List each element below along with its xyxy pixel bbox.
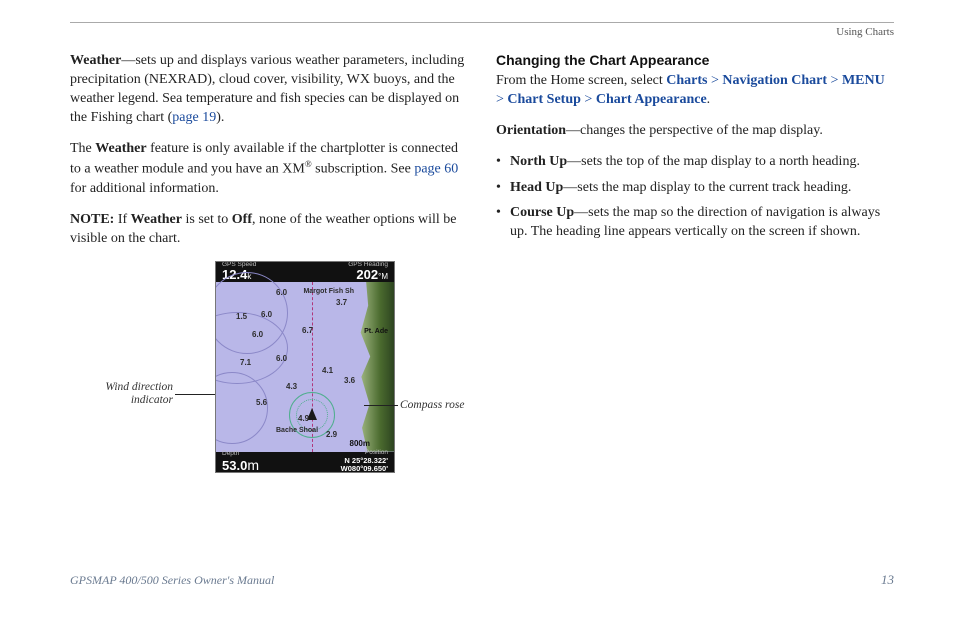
head-up-desc: —sets the map display to the current tra…: [563, 180, 851, 195]
page-number: 13: [881, 572, 894, 588]
list-item-head-up: Head Up—sets the map display to the curr…: [496, 179, 894, 198]
sounding: 6.7: [302, 326, 313, 335]
changing-chart-appearance-heading: Changing the Chart Appearance: [496, 52, 894, 68]
registered-mark: ®: [305, 159, 312, 169]
sounding: 2.9: [326, 430, 337, 439]
page: Using Charts Weather—sets up and display…: [0, 0, 954, 618]
list-item-course-up: Course Up—sets the map so the direction …: [496, 204, 894, 242]
txt: for additional information.: [70, 181, 219, 196]
sounding: 3.6: [344, 376, 355, 385]
page60-link[interactable]: page 60: [414, 162, 458, 177]
poi-adams: Pt. Ade: [364, 328, 388, 335]
path-menu[interactable]: MENU: [842, 73, 885, 88]
weather-note-paragraph: NOTE: If Weather is set to Off, none of …: [70, 211, 470, 249]
page19-link[interactable]: page 19: [172, 110, 216, 125]
sounding: 4.9: [298, 414, 309, 423]
sounding: 6.0: [261, 310, 272, 319]
path-sep: >: [827, 73, 842, 88]
sounding: 3.7: [336, 298, 347, 307]
orientation-options-list: North Up—sets the top of the map display…: [496, 153, 894, 243]
path-end: .: [707, 92, 711, 107]
head-up-term: Head Up: [510, 180, 563, 195]
sounding: 7.1: [240, 358, 251, 367]
callout-wind-line1: Wind direction: [70, 381, 173, 395]
poi-bache: Bache Shoal: [276, 427, 318, 434]
north-up-term: North Up: [510, 154, 567, 169]
course-up-term: Course Up: [510, 205, 574, 220]
sounding: 6.0: [252, 330, 263, 339]
txt: The: [70, 141, 95, 156]
gps-depth-value: 53.0: [222, 458, 247, 473]
callout-wind-direction: Wind direction indicator: [70, 381, 173, 409]
path-sep: >: [708, 73, 723, 88]
gps-map-area: 1.5 6.0 6.0 6.7 6.0 3.7 7.1 6.0 4.1 4.3 …: [216, 282, 394, 452]
weather-term-2: Weather: [95, 141, 146, 156]
callout-compass-rose: Compass rose: [400, 399, 464, 411]
orientation-term: Orientation: [496, 123, 566, 138]
navigation-path-paragraph: From the Home screen, select Charts > Na…: [496, 72, 894, 110]
path-chart-setup[interactable]: Chart Setup: [507, 92, 581, 107]
txt: is set to: [182, 212, 232, 227]
content-columns: Weather—sets up and displays various wea…: [70, 52, 894, 491]
sounding: 1.5: [236, 312, 247, 321]
weather-availability-paragraph: The Weather feature is only available if…: [70, 140, 470, 199]
map-scale: 800m: [350, 439, 370, 448]
path-sep: >: [581, 92, 596, 107]
gps-depth-cell: Depth 53.0m: [222, 451, 259, 472]
weather-close: ).: [216, 110, 224, 125]
land-mass: [360, 282, 394, 452]
chart-figure: Wind direction indicator GPS Speed 12.4k…: [70, 261, 470, 491]
contour-line: [215, 372, 268, 444]
lon: W080°09.650': [341, 464, 388, 473]
manual-title: GPSMAP 400/500 Series Owner's Manual: [70, 573, 274, 588]
sounding: 4.3: [286, 382, 297, 391]
path-sep: >: [496, 92, 507, 107]
header-rule: [70, 22, 894, 23]
gps-heading-cell: GPS Heading 202°M: [348, 262, 388, 282]
poi-margot: Margot Fish Sh: [303, 288, 354, 295]
callout-leader-right: [364, 405, 398, 406]
gps-position-cell: Position N 25°28.322' W080°09.650': [341, 450, 388, 473]
off-term: Off: [232, 212, 252, 227]
callout-wind-line2: indicator: [70, 394, 173, 408]
path-chart-appearance[interactable]: Chart Appearance: [596, 92, 707, 107]
gps-position-coords: N 25°28.322' W080°09.650': [341, 457, 388, 473]
list-item-north-up: North Up—sets the top of the map display…: [496, 153, 894, 172]
header-section-label: Using Charts: [836, 26, 894, 38]
sounding: 5.6: [256, 398, 267, 407]
weather-term: Weather: [70, 53, 121, 68]
note-label: NOTE:: [70, 212, 114, 227]
sounding: 4.1: [322, 366, 333, 375]
page-footer: GPSMAP 400/500 Series Owner's Manual 13: [70, 572, 894, 588]
gps-heading-unit: °M: [378, 272, 388, 281]
right-column: Changing the Chart Appearance From the H…: [496, 52, 894, 491]
txt: If: [114, 212, 130, 227]
sounding: 6.0: [276, 288, 287, 297]
weather-term-3: Weather: [131, 212, 182, 227]
gps-heading-value: 202: [356, 267, 378, 282]
gps-depth-unit: m: [247, 457, 259, 473]
weather-definition-paragraph: Weather—sets up and displays various wea…: [70, 52, 470, 128]
left-column: Weather—sets up and displays various wea…: [70, 52, 470, 491]
path-charts[interactable]: Charts: [666, 73, 707, 88]
orientation-paragraph: Orientation—changes the perspective of t…: [496, 122, 894, 141]
gps-screenshot: GPS Speed 12.4k GPS Heading 202°M: [215, 261, 395, 473]
orientation-desc: —changes the perspective of the map disp…: [566, 123, 823, 138]
north-up-desc: —sets the top of the map display to a no…: [567, 154, 860, 169]
txt: subscription. See: [312, 162, 415, 177]
path-intro: From the Home screen, select: [496, 73, 666, 88]
path-navigation-chart[interactable]: Navigation Chart: [722, 73, 827, 88]
sounding: 6.0: [276, 354, 287, 363]
gps-bottombar: Depth 53.0m Position N 25°28.322' W080°0…: [216, 452, 394, 472]
weather-desc: —sets up and displays various weather pa…: [70, 53, 464, 125]
